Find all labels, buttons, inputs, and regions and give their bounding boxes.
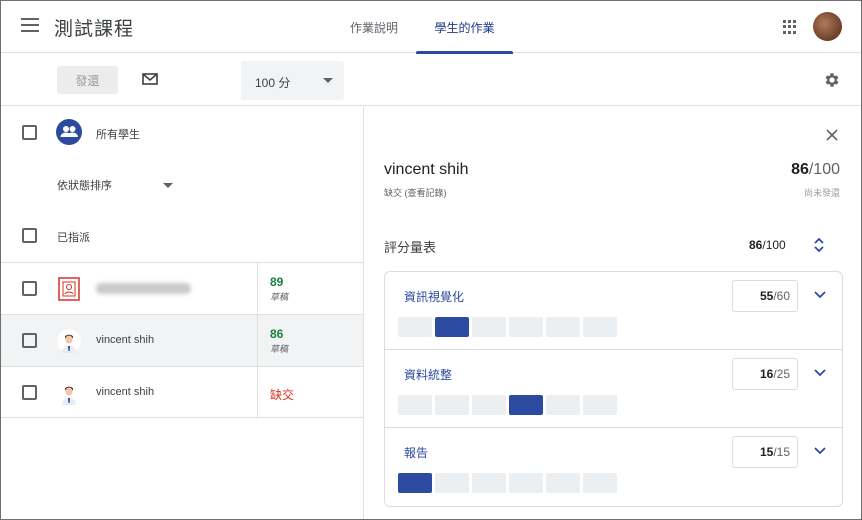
return-button[interactable]: 發還 [57, 66, 118, 94]
level-selector [398, 473, 617, 493]
sort-label: 依狀態排序 [57, 180, 112, 192]
student-row[interactable]: vincent shih 缺交 [1, 366, 363, 419]
rubric-card: 資訊視覺化 55/60 資料統整 16/25 報告 15/15 [384, 271, 843, 507]
email-icon[interactable] [142, 73, 158, 85]
tab-instructions[interactable]: 作業說明 [336, 1, 412, 53]
points-dropdown[interactable]: 100 分 [241, 61, 344, 100]
criterion-name: 資訊視覺化 [404, 290, 465, 304]
divider [257, 367, 258, 419]
criterion-score-field[interactable]: 15/15 [732, 436, 798, 468]
detail-student-name: vincent shih [384, 161, 469, 178]
rubric-level[interactable] [583, 473, 617, 493]
criterion-max: /25 [773, 367, 790, 381]
rubric-level[interactable] [509, 317, 543, 337]
sort-dropdown[interactable]: 依狀態排序 [57, 177, 177, 193]
chevron-down-icon[interactable] [813, 368, 827, 378]
points-value: 100 分 [255, 76, 291, 90]
rubric-level[interactable] [546, 395, 580, 415]
rubric-level-selected[interactable] [398, 473, 432, 493]
rubric-level[interactable] [583, 317, 617, 337]
redacted-student-name [96, 283, 191, 294]
student-name: vincent shih [96, 386, 155, 398]
rubric-level-selected[interactable] [509, 395, 543, 415]
grade-value: 86 [270, 327, 284, 341]
rubric-score: 86/100 [749, 238, 786, 252]
course-title: 測試課程 [54, 19, 135, 40]
criterion-data-integration: 資料統整 16/25 [385, 350, 842, 428]
student-list-panel: 所有學生 依狀態排序 已指派 89 草稿 vincent shih 86 草稿 … [1, 107, 364, 519]
criterion-score-field[interactable]: 16/25 [732, 358, 798, 390]
rubric-score-max: /100 [762, 238, 786, 252]
group-icon [56, 119, 82, 145]
draft-status: 草稿 [270, 292, 289, 302]
classroom-window: 測試課程 作業說明 學生的作業 發還 100 分 所有學生 依狀態排序 已指派 … [0, 0, 862, 520]
student-row[interactable]: vincent shih 86 草稿 [1, 314, 363, 367]
person-avatar [57, 329, 81, 353]
level-selector [398, 317, 617, 337]
level-selector [398, 395, 617, 415]
student-name: vincent shih [96, 334, 155, 346]
all-students-label: 所有學生 [96, 129, 140, 141]
tab-student-work[interactable]: 學生的作業 [416, 1, 513, 54]
toolbar: 發還 100 分 [1, 54, 861, 106]
criterion-name: 報告 [404, 446, 429, 460]
apps-grid-icon[interactable] [783, 20, 797, 34]
student-checkbox[interactable] [22, 333, 37, 348]
rubric-level[interactable] [435, 473, 469, 493]
expand-collapse-icon[interactable] [813, 237, 825, 253]
student-checkbox[interactable] [22, 385, 37, 400]
missing-status: 缺交 [270, 388, 295, 402]
student-checkbox[interactable] [22, 281, 37, 296]
profile-placeholder-icon [58, 277, 80, 301]
rubric-title: 評分量表 [384, 240, 437, 255]
rubric-level[interactable] [583, 395, 617, 415]
rubric-level[interactable] [435, 395, 469, 415]
criterion-report: 報告 15/15 [385, 428, 842, 506]
person-avatar [57, 381, 81, 405]
criterion-score: 55 [759, 289, 774, 303]
draft-status: 草稿 [270, 344, 289, 354]
divider [257, 315, 258, 367]
total-score: 86/100 [791, 161, 840, 179]
rubric-score-value: 86 [749, 238, 763, 252]
rubric-level[interactable] [546, 317, 580, 337]
select-all-checkbox[interactable] [22, 125, 37, 140]
rubric-level[interactable] [398, 395, 432, 415]
rubric-level[interactable] [472, 317, 506, 337]
divider [257, 263, 258, 315]
rubric-level-selected[interactable] [435, 317, 469, 337]
criterion-max: /15 [773, 445, 790, 459]
account-avatar[interactable] [813, 12, 842, 41]
student-row[interactable]: 89 草稿 [1, 262, 363, 315]
rubric-level[interactable] [472, 395, 506, 415]
criterion-score: 15 [759, 445, 774, 459]
menu-icon[interactable] [21, 18, 39, 32]
chevron-down-icon [323, 78, 333, 83]
assigned-checkbox[interactable] [22, 228, 37, 243]
criterion-max: /60 [773, 289, 790, 303]
criterion-score-field[interactable]: 55/60 [732, 280, 798, 312]
criterion-score: 16 [759, 367, 774, 381]
criterion-visualization: 資訊視覺化 55/60 [385, 272, 842, 350]
rubric-level[interactable] [546, 473, 580, 493]
return-status: 尚未發還 [803, 188, 840, 198]
top-bar: 測試課程 作業說明 學生的作業 [1, 1, 861, 54]
view-history-link[interactable]: 缺交 (查看記錄) [384, 186, 447, 199]
assigned-label: 已指派 [57, 232, 90, 244]
score-value: 86 [791, 161, 809, 178]
chevron-down-icon [163, 183, 173, 188]
grade-value: 89 [270, 275, 284, 289]
criterion-name: 資料統整 [404, 368, 453, 382]
rubric-level[interactable] [398, 317, 432, 337]
gear-icon[interactable] [823, 71, 841, 89]
chevron-down-icon[interactable] [813, 446, 827, 456]
rubric-level[interactable] [472, 473, 506, 493]
score-max: /100 [808, 161, 840, 178]
close-icon[interactable] [825, 128, 839, 142]
rubric-level[interactable] [509, 473, 543, 493]
chevron-down-icon[interactable] [813, 290, 827, 300]
